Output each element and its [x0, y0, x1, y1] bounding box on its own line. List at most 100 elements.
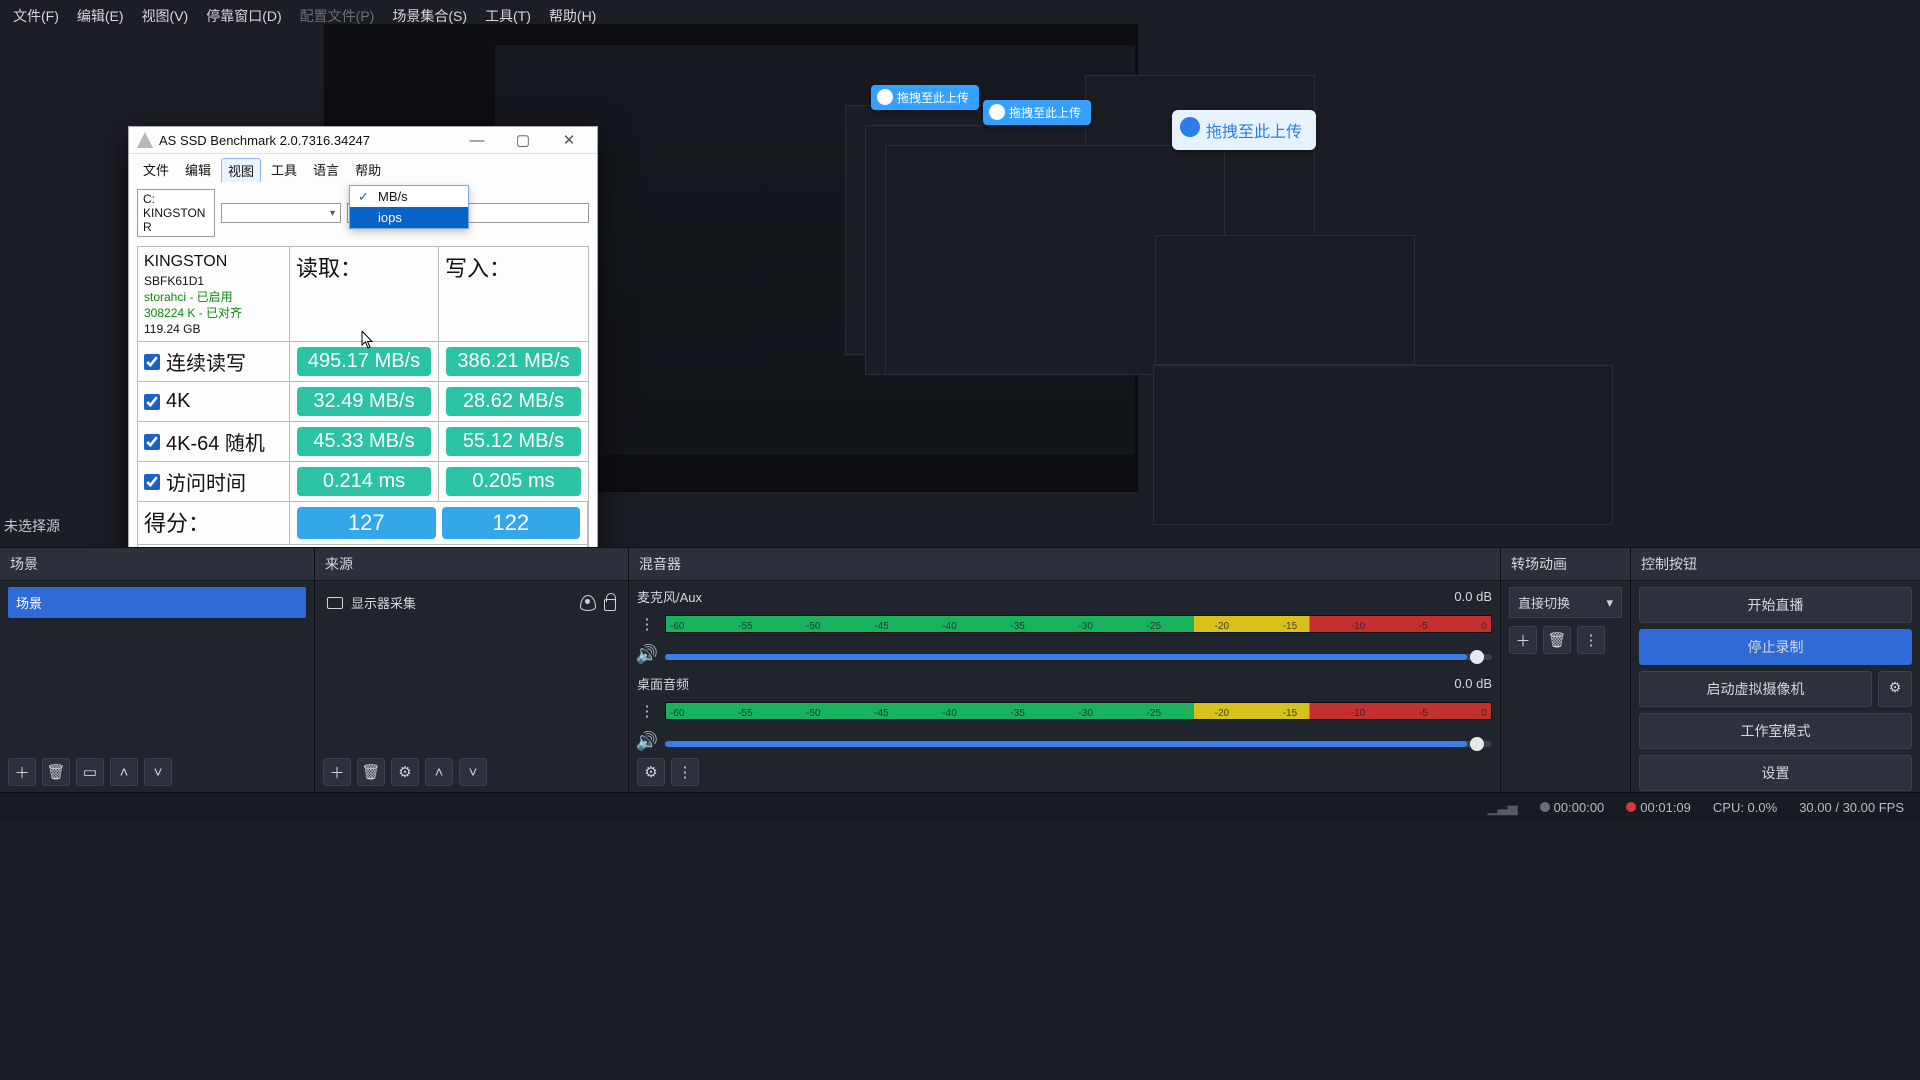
menu-edit[interactable]: 编辑 — [179, 158, 217, 182]
menu-file[interactable]: 文件(F) — [6, 3, 66, 29]
4k64-checkbox[interactable] — [144, 434, 160, 450]
menu-help[interactable]: 帮助 — [349, 158, 387, 182]
view-submenu: MB/s iops — [349, 185, 469, 229]
menu-dock[interactable]: 停靠窗口(D) — [199, 3, 288, 29]
lock-icon[interactable] — [604, 599, 616, 611]
window-titlebar[interactable]: AS SSD Benchmark 2.0.7316.34247 — ▢ ✕ — [129, 127, 597, 154]
vu-meter: -60-55-50-45-40-35-30-25-20-15-10-50 — [665, 615, 1492, 633]
remove-source-button[interactable]: 🗑 — [357, 758, 385, 786]
minimize-button[interactable]: — — [457, 132, 497, 149]
mixer-settings-button[interactable]: ⚙ — [637, 758, 665, 786]
record-time: 00:01:09 — [1640, 800, 1691, 815]
access-read: 0.214 ms — [297, 467, 431, 496]
settings-button[interactable]: 设置 — [1639, 755, 1912, 791]
upload-drop-pill[interactable]: 拖拽至此上传 — [1172, 110, 1316, 150]
source-properties-button[interactable]: ⚙ — [391, 758, 419, 786]
mixer-menu-button[interactable]: ⋮ — [671, 758, 699, 786]
row-4k: 4K — [138, 382, 290, 422]
scene-item[interactable]: 场景 — [8, 587, 306, 618]
panel-header-transitions: 转场动画 — [1501, 548, 1630, 581]
vu-meter: -60-55-50-45-40-35-30-25-20-15-10-50 — [665, 702, 1492, 720]
header-write: 写入： — [439, 247, 588, 342]
score-label: 得分： — [138, 502, 290, 545]
panel-header-sources: 来源 — [315, 548, 628, 581]
source-up-button[interactable]: ˄ — [425, 758, 453, 786]
unit-dropdown[interactable]: ▾ — [221, 203, 341, 223]
drive-dropdown-value: C: KINGSTON R — [143, 192, 209, 234]
scene-up-button[interactable]: ˄ — [110, 758, 138, 786]
status-bar: ▁▃▅ 00:00:00 00:01:09 CPU: 0.0% 30.00 / … — [0, 792, 1920, 822]
seq-write: 386.21 MB/s — [446, 347, 581, 376]
header-read: 读取： — [290, 247, 439, 342]
network-icon: ▁▃▅ — [1488, 800, 1518, 816]
visibility-icon[interactable] — [580, 595, 596, 611]
virtual-cam-settings-button[interactable]: ⚙ — [1878, 671, 1912, 707]
scene-filter-button[interactable]: ▭ — [76, 758, 104, 786]
stop-recording-button[interactable]: 停止录制 — [1639, 629, 1912, 665]
score-read: 127 — [297, 507, 436, 539]
window-title: AS SSD Benchmark 2.0.7316.34247 — [159, 133, 370, 148]
menu-view[interactable]: 视图 — [221, 158, 261, 182]
mute-icon[interactable]: 🔊 — [637, 731, 657, 751]
maximize-button[interactable]: ▢ — [503, 131, 543, 149]
menu-view[interactable]: 视图(V) — [135, 3, 196, 29]
fps: 30.00 / 30.00 FPS — [1799, 800, 1904, 815]
channel-db: 0.0 dB — [1454, 676, 1492, 691]
remove-transition-button[interactable]: 🗑 — [1543, 626, 1571, 654]
channel-menu-button[interactable]: ⋮ — [637, 695, 657, 727]
close-button[interactable]: ✕ — [549, 131, 589, 149]
upload-pill-mini: 拖拽至此上传 — [871, 85, 979, 110]
4k64-write: 55.12 MB/s — [446, 427, 581, 456]
mute-icon[interactable]: 🔊 — [637, 644, 657, 664]
add-transition-button[interactable]: ＋ — [1509, 626, 1537, 654]
app-menubar: 文件 编辑 视图 工具 语言 帮助 — [129, 154, 597, 186]
source-item[interactable]: 显示器采集 — [323, 587, 620, 618]
add-source-button[interactable]: ＋ — [323, 758, 351, 786]
volume-slider[interactable] — [665, 741, 1492, 747]
mixer-channel-desktop: 桌面音频0.0 dB ⋮ -60-55-50-45-40-35-30-25-20… — [637, 674, 1492, 751]
scene-down-button[interactable]: ˅ — [144, 758, 172, 786]
seq-read: 495.17 MB/s — [297, 347, 431, 376]
seq-checkbox[interactable] — [144, 354, 160, 370]
view-submenu-mbs[interactable]: MB/s — [350, 186, 468, 207]
menu-edit[interactable]: 编辑(E) — [70, 3, 131, 29]
chevron-down-icon: ▾ — [330, 208, 335, 219]
transition-dropdown[interactable]: 直接切换▾ — [1509, 587, 1622, 618]
virtual-cam-button[interactable]: 启动虚拟摄像机 — [1639, 671, 1872, 707]
4k64-read: 45.33 MB/s — [297, 427, 431, 456]
volume-slider[interactable] — [665, 654, 1492, 660]
4k-read: 32.49 MB/s — [297, 387, 431, 416]
cpu-usage: CPU: 0.0% — [1713, 800, 1777, 815]
drive-dropdown[interactable]: C: KINGSTON R — [137, 189, 215, 237]
cursor-icon — [361, 331, 375, 349]
recursive-window — [1155, 235, 1415, 365]
source-label: 显示器采集 — [351, 593, 416, 612]
view-submenu-iops[interactable]: iops — [350, 207, 468, 228]
channel-menu-button[interactable]: ⋮ — [637, 608, 657, 640]
drive-info: KINGSTON SBFK61D1 storahci - 已启用 308224 … — [138, 247, 290, 342]
score-write: 122 — [442, 507, 581, 539]
start-streaming-button[interactable]: 开始直播 — [1639, 587, 1912, 623]
4k-checkbox[interactable] — [144, 394, 160, 410]
recursive-window — [1153, 365, 1613, 525]
panel-header-mixer: 混音器 — [629, 548, 1500, 581]
panel-header-scenes: 场景 — [0, 548, 314, 581]
transition-menu-button[interactable]: ⋮ — [1577, 626, 1605, 654]
panel-header-controls: 控制按钮 — [1631, 548, 1920, 581]
source-down-button[interactable]: ˅ — [459, 758, 487, 786]
access-checkbox[interactable] — [144, 474, 160, 490]
add-scene-button[interactable]: ＋ — [8, 758, 36, 786]
row-4k64: 4K-64 随机 — [138, 422, 290, 462]
menu-tools[interactable]: 工具 — [265, 158, 303, 182]
row-access: 访问时间 — [138, 462, 290, 502]
app-icon — [137, 132, 153, 148]
remove-scene-button[interactable]: 🗑 — [42, 758, 70, 786]
menu-file[interactable]: 文件 — [137, 158, 175, 182]
4k-write: 28.62 MB/s — [446, 387, 581, 416]
menu-lang[interactable]: 语言 — [307, 158, 345, 182]
studio-mode-button[interactable]: 工作室模式 — [1639, 713, 1912, 749]
upload-pill-mini: 拖拽至此上传 — [983, 100, 1091, 125]
toolbar-row: C: KINGSTON R ▾ 1 GB▾ MB/s iops — [129, 186, 597, 240]
chevron-down-icon: ▾ — [1606, 595, 1613, 611]
no-source-label: 未选择源 — [4, 516, 60, 536]
